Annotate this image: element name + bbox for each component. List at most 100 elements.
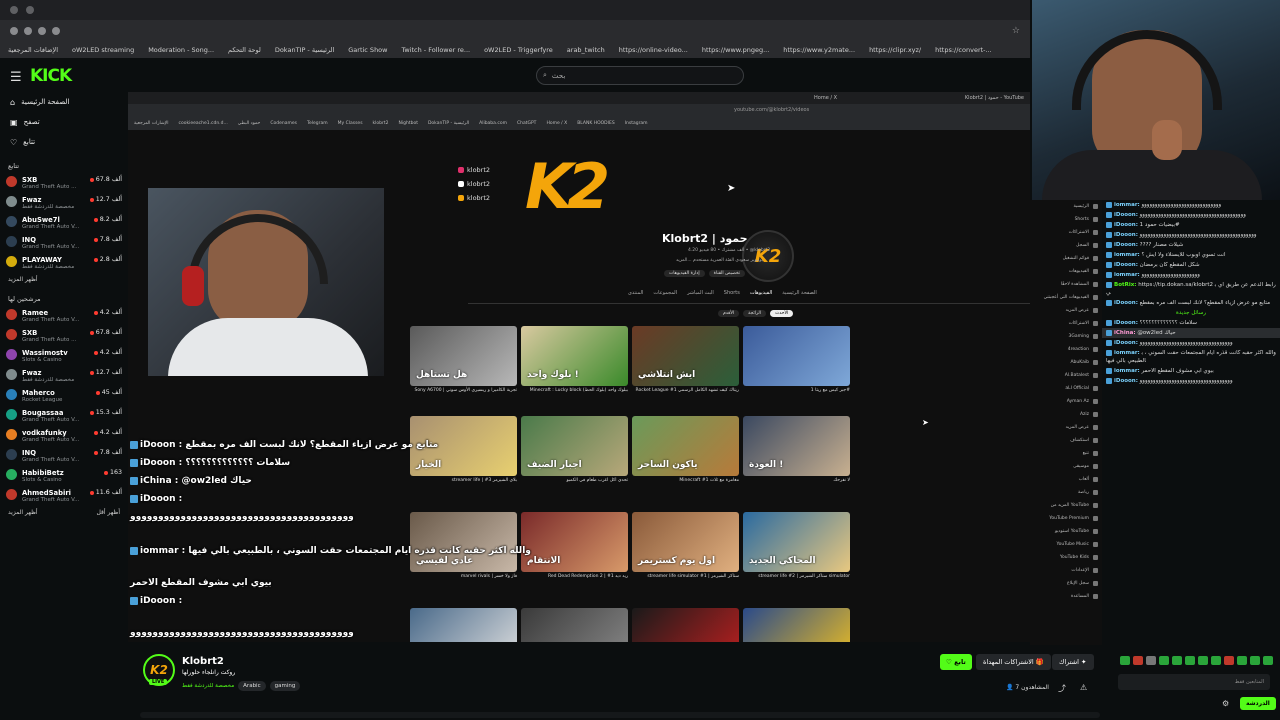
bookmark-item[interactable]: DokanTIP - الرئيسية bbox=[275, 46, 334, 54]
chat-username[interactable]: iDooon: bbox=[1114, 232, 1138, 238]
youtube-tab[interactable]: البث المباشر bbox=[687, 290, 714, 296]
youtube-tab[interactable]: المجموعات bbox=[653, 290, 677, 296]
chat-username[interactable]: iDooon: bbox=[1114, 378, 1138, 384]
bookmark-item[interactable]: https://clipr.xyz/ bbox=[869, 46, 921, 54]
chat-username[interactable]: iDooon: bbox=[1114, 340, 1138, 346]
youtube-side-item[interactable]: المساعدة bbox=[1030, 590, 1102, 603]
youtube-filter-chip[interactable]: الأحدث bbox=[770, 310, 794, 317]
back-icon[interactable] bbox=[10, 27, 18, 35]
sidebar-channel[interactable]: Fwaz مخصصة للدردشة فقط 12.7 ألف bbox=[0, 367, 128, 387]
video-title[interactable]: Rocket League #1 ريتاك كيف تشهد الكامل ا… bbox=[632, 388, 739, 393]
chat-username[interactable]: iommar: bbox=[1114, 350, 1140, 356]
report-icon[interactable]: ⚠ bbox=[1080, 683, 1087, 692]
chat-username[interactable]: iChina: bbox=[1114, 330, 1136, 336]
video-title[interactable]: Minecraft #1 مغامرة مع ثلاث bbox=[632, 478, 739, 483]
youtube-side-item[interactable]: Ayman Az bbox=[1030, 395, 1102, 408]
youtube-side-item[interactable]: 4reaction bbox=[1030, 343, 1102, 356]
customize-channel-button[interactable]: تخصيص القناة bbox=[708, 270, 746, 277]
star-icon[interactable]: ☆ bbox=[1012, 26, 1020, 36]
chat-username[interactable]: iDooon: bbox=[1114, 300, 1138, 306]
emote-icon[interactable] bbox=[1263, 656, 1273, 665]
video-thumbnail[interactable]: العودة ! bbox=[743, 416, 850, 476]
youtube-side-item[interactable]: الرئيسية bbox=[1030, 200, 1102, 213]
youtube-channel-avatar[interactable]: K2 bbox=[742, 230, 794, 282]
page-scrollbar[interactable] bbox=[140, 712, 1100, 718]
emote-icon[interactable] bbox=[1159, 656, 1169, 665]
youtube-filter-chip[interactable]: الرائجة bbox=[743, 310, 767, 317]
chat-username[interactable]: BotRix: bbox=[1114, 282, 1136, 288]
bookmark-item[interactable]: oW2LED streaming bbox=[72, 46, 134, 54]
video-title[interactable]: streamer life simulator #1 | ستاكر الشير… bbox=[632, 574, 739, 579]
sidebar-nav-item[interactable]: ▣ تصفح bbox=[0, 112, 128, 132]
emote-icon[interactable] bbox=[1211, 656, 1221, 665]
emote-icon[interactable] bbox=[1172, 656, 1182, 665]
video-thumbnail[interactable]: المحاكي الجديد bbox=[743, 512, 850, 572]
video-thumbnail[interactable]: ياكون الساحر bbox=[632, 416, 739, 476]
sidebar-nav-item[interactable]: ♡ تتابع bbox=[0, 132, 128, 152]
video-title[interactable]: تحدي اكل اغرب طعام في الكمبو bbox=[521, 478, 628, 483]
chat-username[interactable]: iDooon: bbox=[1114, 242, 1138, 248]
video-title[interactable]: Sony A6700 | تجربة الكاميرا و ريسيري الأ… bbox=[410, 388, 517, 393]
video-title[interactable]: جبر كيس مع ريثا 1# bbox=[743, 388, 850, 393]
emote-icon[interactable] bbox=[1198, 656, 1208, 665]
video-thumbnail[interactable]: OG bbox=[743, 608, 850, 642]
video-thumbnail[interactable]: عادي لفيسي bbox=[410, 512, 517, 572]
video-thumbnail[interactable]: ايش انتلاشي bbox=[632, 326, 739, 386]
social-link[interactable]: klobrt2 bbox=[458, 194, 490, 202]
youtube-side-item[interactable]: الاشتراكات bbox=[1030, 226, 1102, 239]
sidebar-nav-item[interactable]: ⌂ الصفحة الرئيسية bbox=[0, 92, 128, 112]
gifted-subs-button[interactable]: الاشتراكات المهداة 🎁 bbox=[976, 654, 1051, 670]
sidebar-channel[interactable]: Bougassaa Grand Theft Auto V... 15.3 ألف bbox=[0, 407, 128, 427]
youtube-side-item[interactable]: موسيقى bbox=[1030, 460, 1102, 473]
bookmark-item[interactable]: oW2LED - Triggerfyre bbox=[484, 46, 553, 54]
video-title[interactable]: لا نفرحك bbox=[743, 478, 850, 483]
video-thumbnail[interactable]: اجبار الضيف bbox=[521, 416, 628, 476]
chat-username[interactable]: iommar: bbox=[1114, 252, 1140, 258]
youtube-side-item[interactable]: الإعدادات bbox=[1030, 564, 1102, 577]
channel-name[interactable]: Klobrt2 bbox=[182, 656, 224, 667]
sidebar-channel[interactable]: SXB Grand Theft Auto ... 67.8 ألف bbox=[0, 327, 128, 347]
video-thumbnail[interactable]: الانتقام bbox=[521, 512, 628, 572]
video-thumbnail[interactable]: هل تستاهل bbox=[410, 326, 517, 386]
sidebar-channel[interactable]: AbuSwe7l Grand Theft Auto V... 8.2 ألف bbox=[0, 214, 128, 234]
extension-icon[interactable] bbox=[38, 27, 46, 35]
youtube-side-item[interactable]: استكشاف bbox=[1030, 434, 1102, 447]
youtube-side-item[interactable]: aLI Official bbox=[1030, 382, 1102, 395]
chat-username[interactable]: iDooon: bbox=[1114, 222, 1138, 228]
sidebar-channel[interactable]: Maherco Rocket League 45 ألف bbox=[0, 387, 128, 407]
extension-icon[interactable] bbox=[52, 27, 60, 35]
youtube-channel-about[interactable]: يوتيوبر سعودي الفئة العمرية مستحدم ...ال… bbox=[676, 258, 763, 263]
sidebar-channel[interactable]: AhmedSabiri Grand Theft Auto V... 11.6 ألف bbox=[0, 487, 128, 507]
chat-username[interactable]: iommar: bbox=[1114, 272, 1140, 278]
sidebar-channel[interactable]: INQ Grand Theft Auto V... 7.8 ألف bbox=[0, 234, 128, 254]
sidebar-channel[interactable]: HabibiBetz Slots & Casino 163 bbox=[0, 467, 128, 487]
sidebar-channel[interactable]: PLAYAWAY مخصصة للدردشة فقط 2.8 ألف bbox=[0, 254, 128, 274]
bookmark-item[interactable]: Moderation - Song... bbox=[148, 46, 214, 54]
chat-input[interactable]: المتابعين فقط bbox=[1118, 674, 1270, 690]
bookmark-item[interactable]: لوحة التحكم bbox=[228, 46, 261, 54]
youtube-side-item[interactable]: قوائم التشغيل bbox=[1030, 252, 1102, 265]
youtube-tab[interactable]: الفيديوهات bbox=[750, 290, 772, 296]
emote-icon[interactable] bbox=[1224, 656, 1234, 665]
youtube-side-item[interactable]: Aziz bbox=[1030, 408, 1102, 421]
bookmark-item[interactable]: https://www.y2mate... bbox=[783, 46, 855, 54]
video-title[interactable]: Red Dead Redemption 2 | #1 ريد ديد bbox=[521, 574, 628, 579]
emote-icon[interactable] bbox=[1185, 656, 1195, 665]
emote-icon[interactable] bbox=[1237, 656, 1247, 665]
video-thumbnail[interactable] bbox=[743, 326, 850, 386]
youtube-side-item[interactable]: AbuKaib bbox=[1030, 356, 1102, 369]
chat-emote-bar[interactable] bbox=[1120, 656, 1273, 665]
youtube-side-item[interactable]: تتبع bbox=[1030, 447, 1102, 460]
sidebar-channel[interactable]: vodkafunky Grand Theft Auto V... 4.2 ألف bbox=[0, 427, 128, 447]
video-thumbnail[interactable]: بعد bbox=[410, 608, 517, 642]
video-title[interactable]: streamer life | #3 بلاي الشيرمر bbox=[410, 478, 517, 483]
bookmark-item[interactable]: Gartic Show bbox=[348, 46, 387, 54]
youtube-side-item[interactable]: استوديو YouTube bbox=[1030, 525, 1102, 538]
social-link[interactable]: klobrt2 bbox=[458, 180, 490, 188]
bookmark-item[interactable]: https://www.pngeg... bbox=[702, 46, 769, 54]
youtube-side-item[interactable]: المشاهدة لاحقًا bbox=[1030, 278, 1102, 291]
chat-username[interactable]: iDooon: bbox=[1114, 320, 1138, 326]
youtube-side-item[interactable]: ألعاب bbox=[1030, 473, 1102, 486]
sidebar-channel[interactable]: INQ Grand Theft Auto V... 7.8 ألف bbox=[0, 447, 128, 467]
youtube-side-item[interactable]: سجل الإبلاغ bbox=[1030, 577, 1102, 590]
